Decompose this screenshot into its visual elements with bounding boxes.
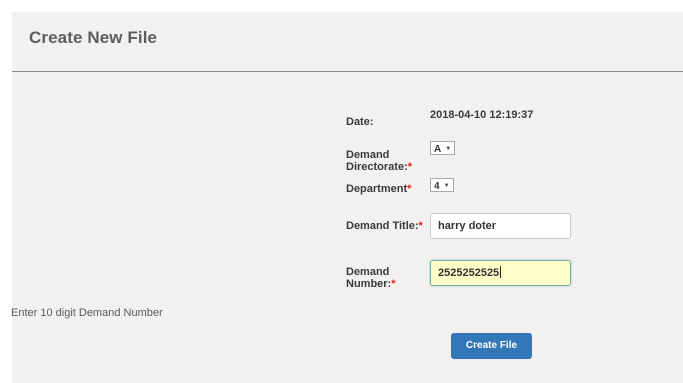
header-divider bbox=[12, 71, 683, 72]
demand-number-value: 2525252525 bbox=[438, 267, 500, 279]
text-cursor bbox=[500, 266, 502, 278]
page: Create New File Date: 2018-04-10 12:19:3… bbox=[0, 0, 683, 383]
required-marker: * bbox=[418, 220, 423, 232]
chevron-down-icon: ▼ bbox=[445, 146, 452, 152]
demand-number-label: Demand Number:* bbox=[346, 266, 396, 290]
demand-number-input[interactable]: 2525252525 bbox=[430, 260, 571, 286]
demand-directorate-label: Demand Directorate:* bbox=[346, 149, 412, 173]
demand-title-label-text: Demand Title: bbox=[346, 220, 419, 232]
demand-number-hint: Enter 10 digit Demand Number bbox=[11, 307, 163, 319]
date-value: 2018-04-10 12:19:37 bbox=[430, 109, 534, 121]
demand-title-label: Demand Title:* bbox=[346, 220, 423, 232]
demand-directorate-select[interactable]: A ▼ bbox=[430, 141, 456, 155]
required-marker: * bbox=[407, 183, 412, 195]
create-file-button[interactable]: Create File bbox=[451, 333, 532, 359]
demand-number-label-line1: Demand bbox=[346, 266, 390, 278]
demand-number-label-line2: Number: bbox=[346, 278, 392, 290]
demand-directorate-label-line1: Demand bbox=[346, 149, 390, 161]
demand-title-input[interactable]: harry doter bbox=[430, 213, 571, 239]
chevron-down-icon: ▼ bbox=[443, 183, 450, 189]
date-label: Date: bbox=[346, 116, 374, 128]
department-select[interactable]: 4 ▼ bbox=[430, 178, 454, 192]
required-marker: * bbox=[407, 161, 413, 173]
department-label: Department* bbox=[346, 183, 411, 195]
required-marker: * bbox=[391, 278, 396, 290]
department-selected: 4 bbox=[434, 181, 440, 192]
page-title: Create New File bbox=[29, 28, 158, 47]
department-label-text: Department bbox=[346, 183, 408, 195]
demand-directorate-selected: A bbox=[434, 144, 442, 155]
demand-directorate-label-line2: Directorate: bbox=[346, 161, 408, 173]
form-panel bbox=[12, 12, 683, 383]
